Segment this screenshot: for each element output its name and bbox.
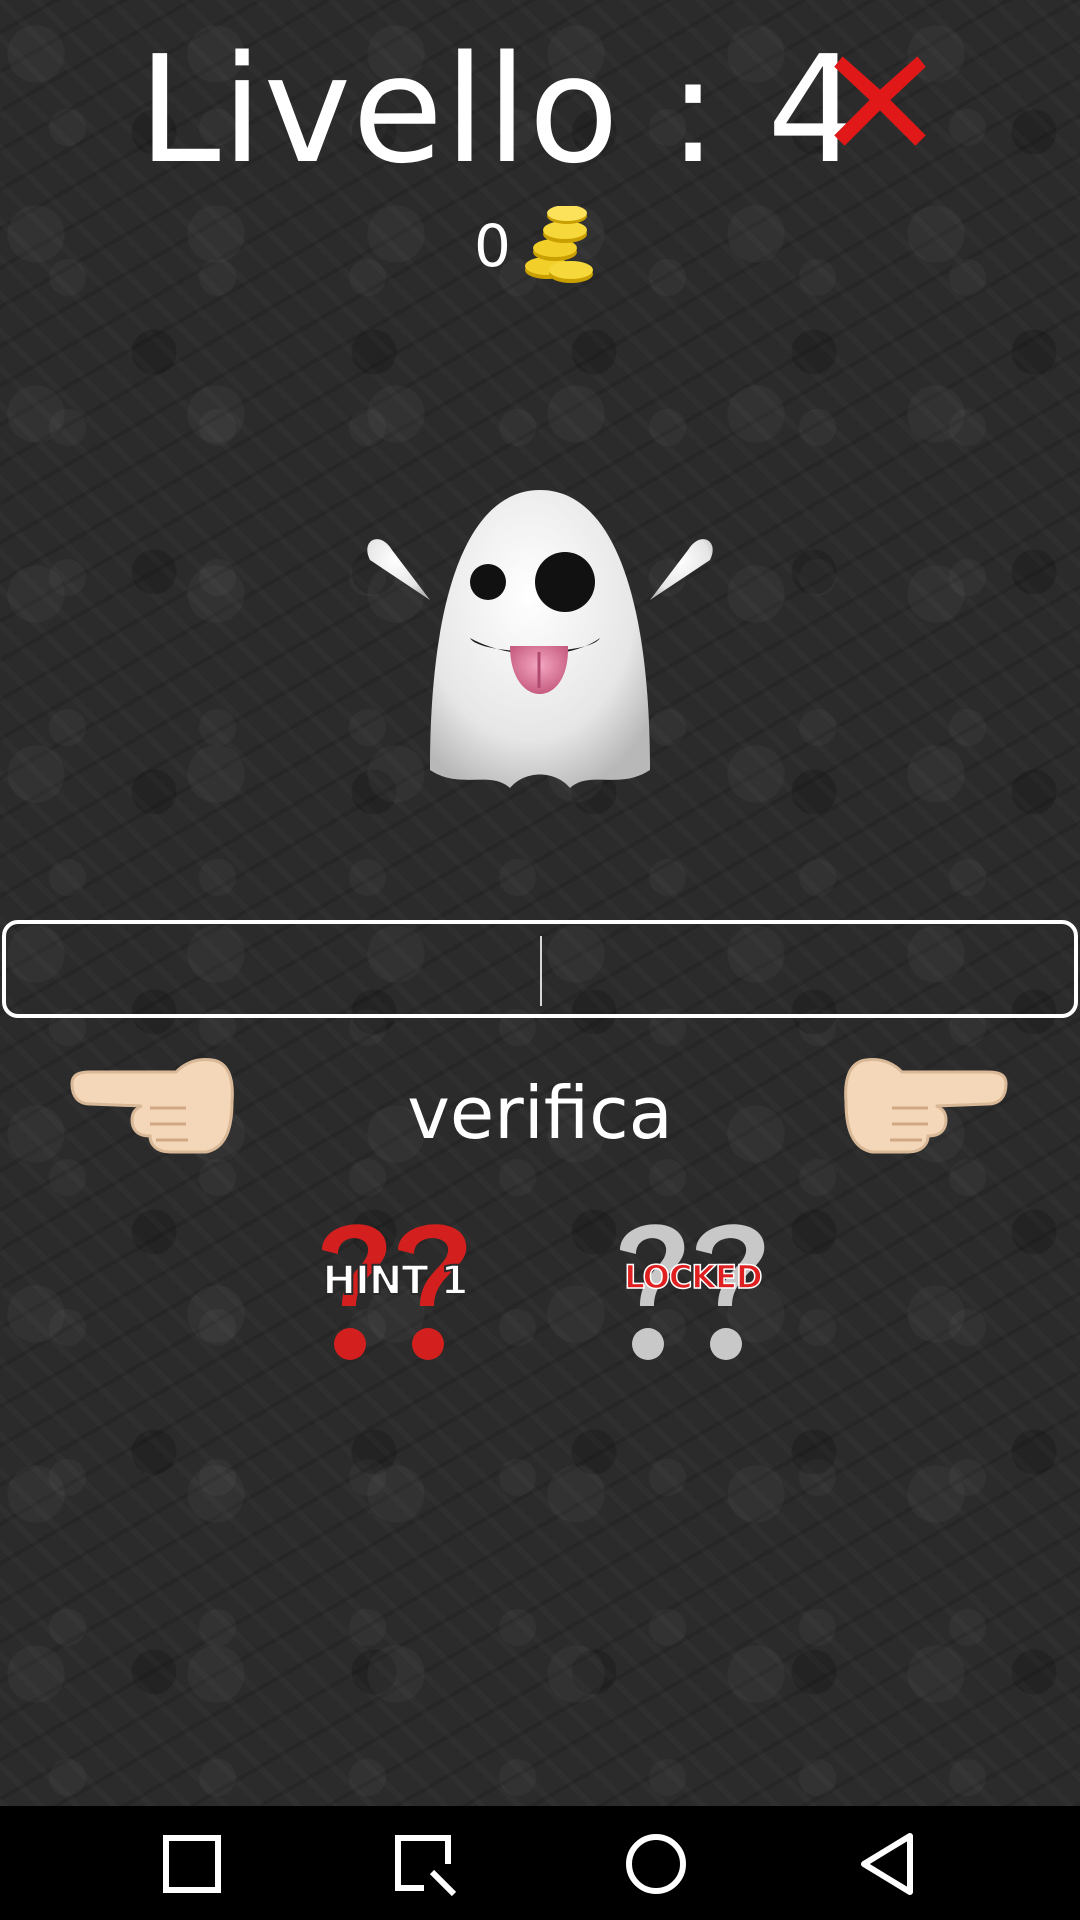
answer-field-box[interactable]: [2, 920, 1078, 1018]
back-triangle-icon[interactable]: [852, 1828, 924, 1900]
pointing-right-hand-icon: [844, 1058, 1008, 1154]
pointing-left-hand-icon: [70, 1058, 234, 1154]
home-circle-icon[interactable]: [620, 1828, 692, 1900]
coin-balance: 0: [474, 206, 597, 286]
ghost-emoji: [367, 490, 713, 788]
level-title: Livello : 4: [138, 24, 863, 196]
close-icon[interactable]: [828, 48, 932, 152]
verify-button[interactable]: verifica: [340, 1070, 740, 1156]
hint-2-locked-button[interactable]: LOCKED: [608, 1210, 778, 1370]
hint-1-label: HINT 1: [322, 1257, 470, 1305]
game-screen: Livello : 4 0 verifica HINT 1 LOCKED: [0, 0, 1080, 1806]
coin-count: 0: [474, 212, 511, 280]
text-caret: [540, 936, 542, 1006]
recents-square-icon[interactable]: [156, 1828, 228, 1900]
android-nav-bar: [0, 1806, 1080, 1920]
answer-input[interactable]: [6, 924, 1078, 1016]
hint-2-label: LOCKED: [624, 1257, 764, 1297]
screenshot-icon[interactable]: [388, 1828, 460, 1900]
hint-1-button[interactable]: HINT 1: [310, 1210, 480, 1370]
gold-coins-icon: [524, 206, 593, 283]
